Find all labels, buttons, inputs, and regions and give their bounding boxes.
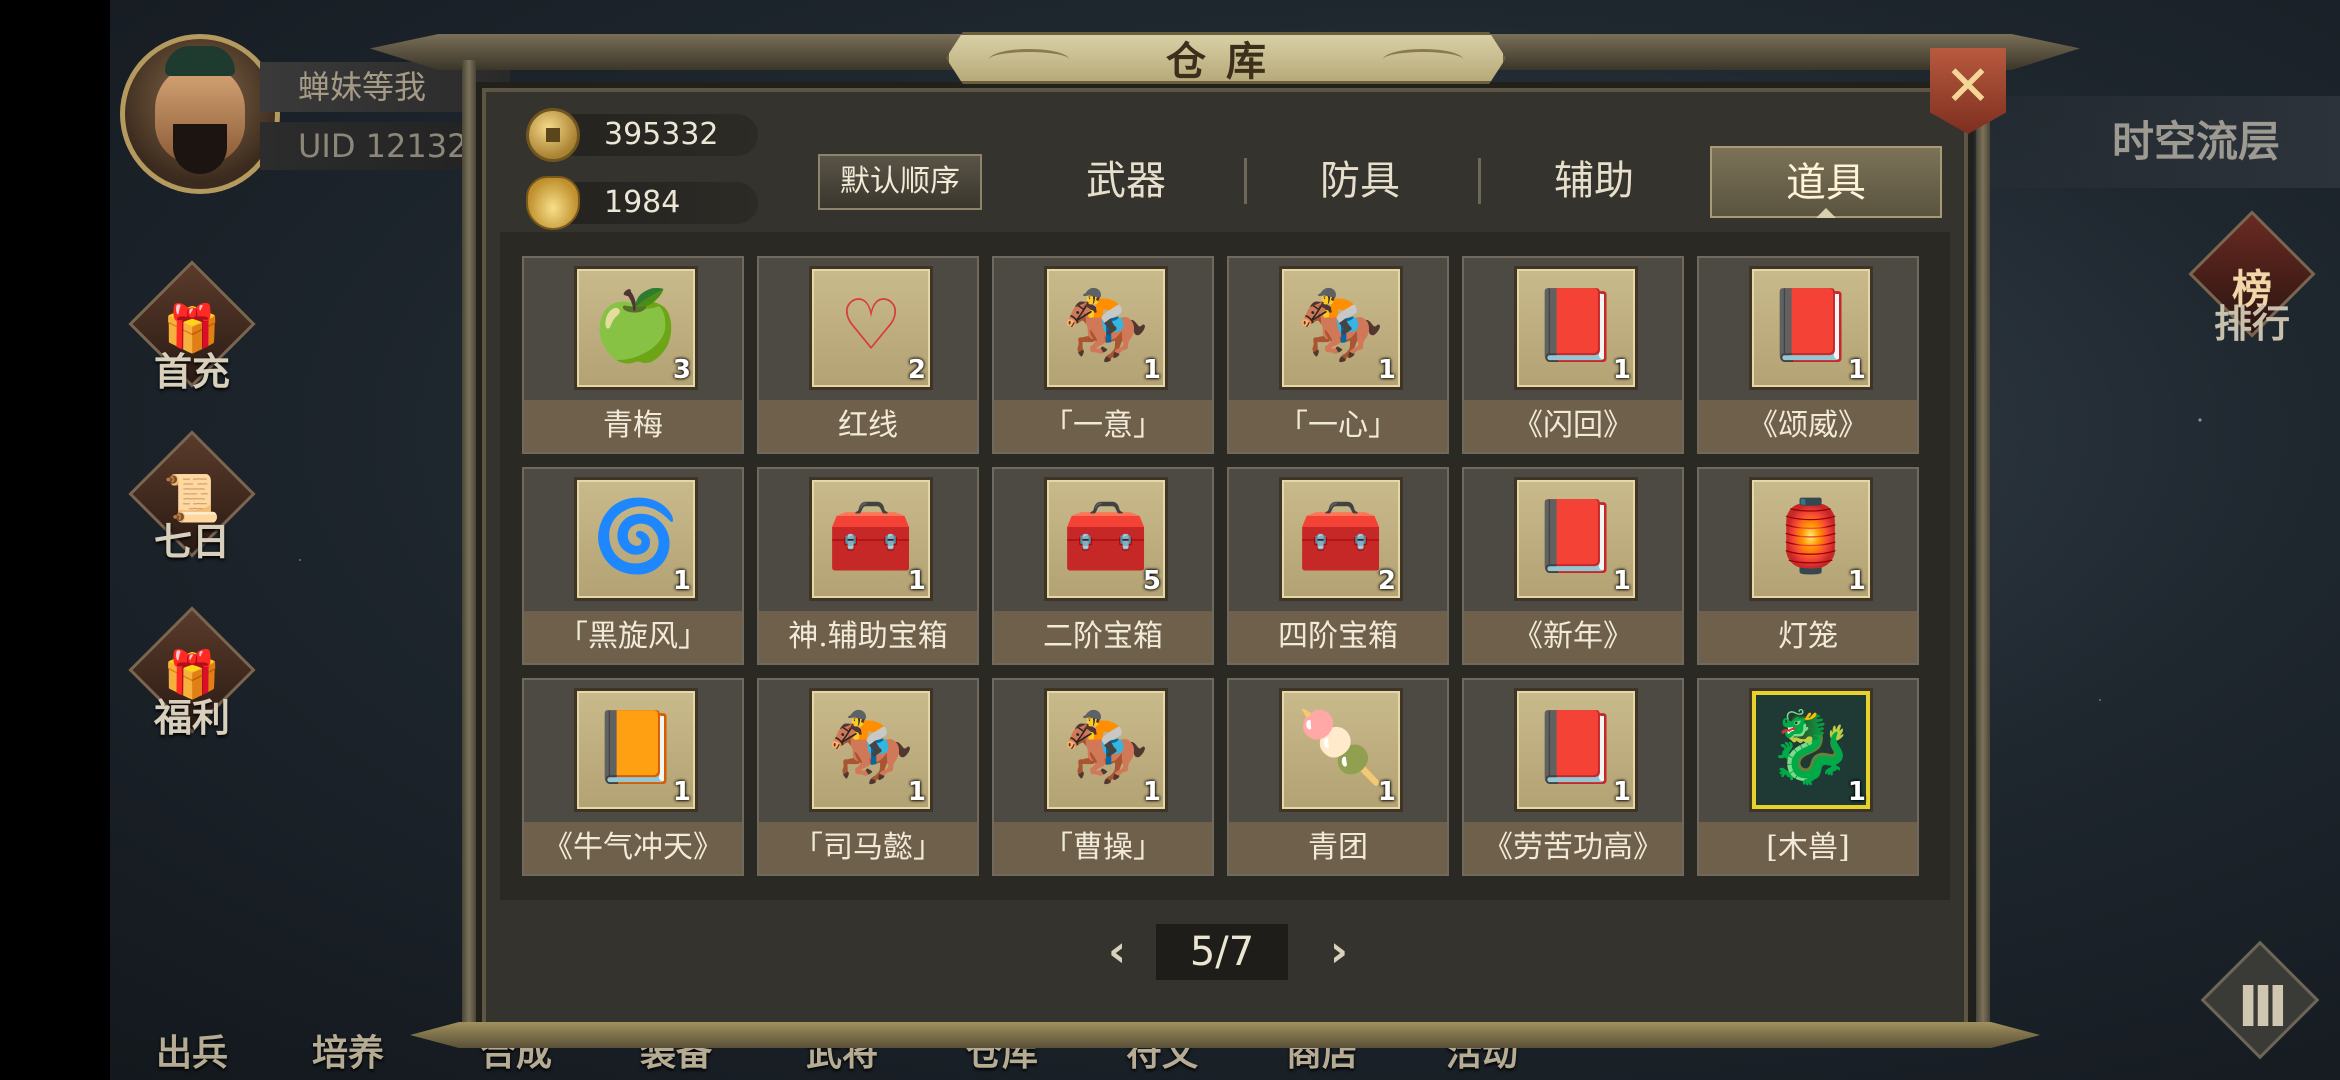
panel-frame-bottom	[410, 1022, 2040, 1048]
lantern-icon: 🏮 1	[1749, 477, 1873, 601]
item-name: 青团	[1229, 822, 1447, 874]
gold-chest-icon: 🧰 1	[809, 477, 933, 601]
item-name: 「黑旋风」	[524, 611, 742, 663]
prev-page-icon[interactable]: ‹	[1108, 924, 1126, 980]
green-dumpling-icon: 🍡 1	[1279, 688, 1403, 812]
page-indicator: 5/7	[1156, 924, 1288, 980]
side-button-first-recharge[interactable]: 🎁 首充	[128, 260, 256, 394]
item-name: 《闪回》	[1464, 400, 1682, 452]
item-slot[interactable]: 🏮 1 灯笼	[1697, 467, 1919, 665]
close-icon: ✕	[1944, 53, 1992, 119]
item-name: 灯笼	[1699, 611, 1917, 663]
cavalry-caocao-icon: 🏇 1	[1044, 688, 1168, 812]
item-name: 《劳苦功高》	[1464, 822, 1682, 874]
orange-book-icon: 📙 1	[574, 688, 698, 812]
red-book-icon: 📕 1	[1749, 266, 1873, 390]
red-book-icon: 📕 1	[1514, 266, 1638, 390]
tab-items[interactable]: 道具	[1710, 146, 1942, 218]
item-slot[interactable]: 🌀 1 「黑旋风」	[522, 467, 744, 665]
nav-dispatch[interactable]: 出兵	[156, 1024, 228, 1076]
item-slot[interactable]: 🧰 2 四阶宝箱	[1227, 467, 1449, 665]
item-slot[interactable]: 🍏 3 青梅	[522, 256, 744, 454]
category-tabs: 武器 防具 辅助 道具	[1010, 146, 1942, 218]
item-name: 「一心」	[1229, 400, 1447, 452]
item-slot[interactable]: 📕 1 《劳苦功高》	[1462, 678, 1684, 876]
ingot-balance: 1984	[526, 176, 758, 230]
gold-ingot-icon	[526, 176, 580, 230]
red-book-icon: 📕 1	[1514, 477, 1638, 601]
main-menu-button[interactable]: III	[2200, 940, 2320, 1060]
cavalry-heroine-icon: 🏇 1	[1279, 266, 1403, 390]
panel-pillar-right	[1976, 60, 1990, 1040]
side-button-welfare[interactable]: 🎁 福利	[128, 606, 256, 740]
item-name: 「司马懿」	[759, 822, 977, 874]
item-slot[interactable]: 📙 1 《牛气冲天》	[522, 678, 744, 876]
item-slot[interactable]: 🏇 1 「曹操」	[992, 678, 1214, 876]
item-slot[interactable]: ♡ 2 红线	[757, 256, 979, 454]
item-name: 二阶宝箱	[994, 611, 1212, 663]
purple-chest-icon: 🧰 2	[1279, 477, 1403, 601]
item-slot[interactable]: 📕 1 《闪回》	[1462, 256, 1684, 454]
player-avatar[interactable]	[120, 34, 280, 194]
item-slot[interactable]: 📕 1 《颂威》	[1697, 256, 1919, 454]
side-button-seven-day[interactable]: 📜 七日	[128, 430, 256, 564]
red-book-icon: 📕 1	[1514, 688, 1638, 812]
item-name: 神.辅助宝箱	[759, 611, 977, 663]
warehouse-title: 仓库	[1166, 38, 1286, 85]
coin-icon	[526, 108, 580, 162]
pagination: ‹ 5/7 ›	[1108, 924, 1348, 980]
item-slot[interactable]: 🧰 1 神.辅助宝箱	[757, 467, 979, 665]
item-slot[interactable]: 📕 1 《新年》	[1462, 467, 1684, 665]
item-name: 「一意」	[994, 400, 1212, 452]
item-slot[interactable]: 🐉 1 [木兽]	[1697, 678, 1919, 876]
nav-train[interactable]: 培养	[312, 1024, 384, 1076]
item-name: 《牛气冲天》	[524, 822, 742, 874]
red-thread-icon: ♡ 2	[809, 266, 933, 390]
green-plum-icon: 🍏 3	[574, 266, 698, 390]
cavalry-general-icon: 🏇 1	[1044, 266, 1168, 390]
warehouse-title-plate: 仓库	[946, 32, 1506, 84]
tab-armor[interactable]: 防具	[1244, 146, 1476, 218]
green-whirlwind-icon: 🌀 1	[574, 477, 698, 601]
item-slot[interactable]: 🏇 1 「一心」	[1227, 256, 1449, 454]
item-slot[interactable]: 🧰 5 二阶宝箱	[992, 467, 1214, 665]
item-slot[interactable]: 🍡 1 青团	[1227, 678, 1449, 876]
coin-balance: 395332	[526, 108, 758, 162]
item-name: 青梅	[524, 400, 742, 452]
item-name: 「曹操」	[994, 822, 1212, 874]
tab-weapons[interactable]: 武器	[1010, 146, 1242, 218]
item-name: 《新年》	[1464, 611, 1682, 663]
item-name: 《颂威》	[1699, 400, 1917, 452]
panel-pillar-left	[462, 60, 476, 1040]
item-name: [木兽]	[1699, 822, 1917, 874]
next-page-icon[interactable]: ›	[1330, 924, 1348, 980]
green-chest-icon: 🧰 5	[1044, 477, 1168, 601]
tab-support[interactable]: 辅助	[1478, 146, 1710, 218]
item-slot[interactable]: 🏇 1 「司马懿」	[757, 678, 979, 876]
item-name: 红线	[759, 400, 977, 452]
default-sort-button[interactable]: 默认顺序	[818, 154, 982, 210]
wood-beast-portrait-icon: 🐉 1	[1749, 688, 1873, 812]
ranking-button[interactable]: 榜 排行	[2188, 210, 2316, 346]
menu-icon: III	[2237, 975, 2289, 1040]
item-slot[interactable]: 🏇 1 「一意」	[992, 256, 1214, 454]
item-name: 四阶宝箱	[1229, 611, 1447, 663]
cavalry-simayi-icon: 🏇 1	[809, 688, 933, 812]
